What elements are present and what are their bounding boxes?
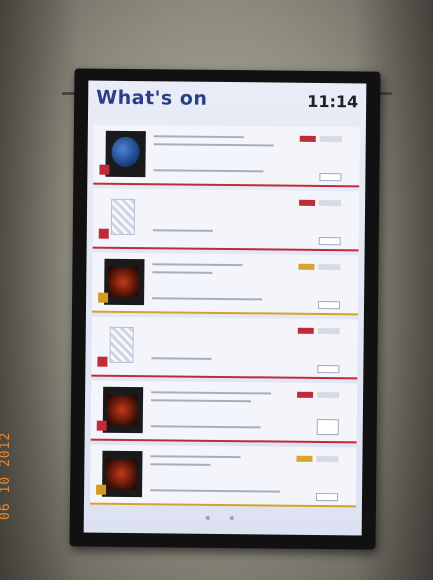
placeholder-image-icon — [110, 198, 136, 236]
more-info-button[interactable] — [319, 172, 342, 182]
category-flag-icon — [96, 484, 107, 495]
category-flag-icon — [97, 356, 108, 367]
price-tag — [319, 135, 342, 143]
accent-bar — [91, 310, 358, 316]
photo-date-stamp: 06 10 2012 — [0, 432, 98, 520]
accent-bar — [93, 182, 360, 188]
price-tag — [317, 391, 340, 399]
accent-bar — [90, 438, 357, 444]
screen-header: What's on 11:14 — [88, 81, 366, 124]
event-thumbnail — [102, 450, 143, 498]
event-name — [152, 325, 292, 326]
category-flag-icon — [99, 164, 110, 175]
status-badge — [297, 391, 314, 398]
page-indicator[interactable] — [84, 509, 362, 532]
more-info-button[interactable] — [315, 492, 339, 502]
more-info-button[interactable] — [317, 364, 340, 374]
category-flag-icon — [98, 228, 109, 239]
event-thumbnail — [104, 258, 145, 306]
price-tag — [316, 455, 339, 463]
status-badge — [298, 263, 315, 270]
accent-bar — [91, 374, 358, 380]
status-badge — [296, 455, 313, 462]
category-flag-icon — [96, 420, 107, 431]
listing-card[interactable] — [90, 380, 358, 444]
listing-card[interactable] — [92, 188, 360, 252]
accent-bar — [89, 502, 356, 508]
screen-title: What's on — [96, 86, 208, 110]
status-badge — [297, 327, 314, 334]
more-info-button[interactable] — [316, 418, 339, 436]
event-name — [153, 197, 293, 198]
signage-screen: What's on 11:14 — [83, 80, 367, 536]
listing-card[interactable] — [89, 444, 357, 508]
category-flag-icon — [98, 292, 109, 303]
display-monitor: What's on 11:14 — [69, 68, 381, 550]
listing-card[interactable] — [91, 316, 358, 380]
accent-bar — [92, 246, 359, 252]
listing-card[interactable] — [93, 124, 360, 188]
status-badge — [299, 135, 316, 142]
more-info-button[interactable] — [318, 236, 341, 246]
status-badge — [299, 199, 316, 206]
price-tag — [317, 327, 340, 335]
more-info-button[interactable] — [318, 300, 341, 310]
price-tag — [319, 199, 342, 207]
event-thumbnail — [105, 130, 146, 178]
listing-card[interactable] — [91, 252, 359, 316]
page-dot[interactable] — [229, 516, 234, 521]
page-dot[interactable] — [205, 515, 210, 520]
placeholder-image-icon — [109, 326, 134, 364]
price-tag — [318, 263, 341, 271]
clock: 11:14 — [307, 91, 359, 112]
event-thumbnail — [102, 386, 144, 434]
